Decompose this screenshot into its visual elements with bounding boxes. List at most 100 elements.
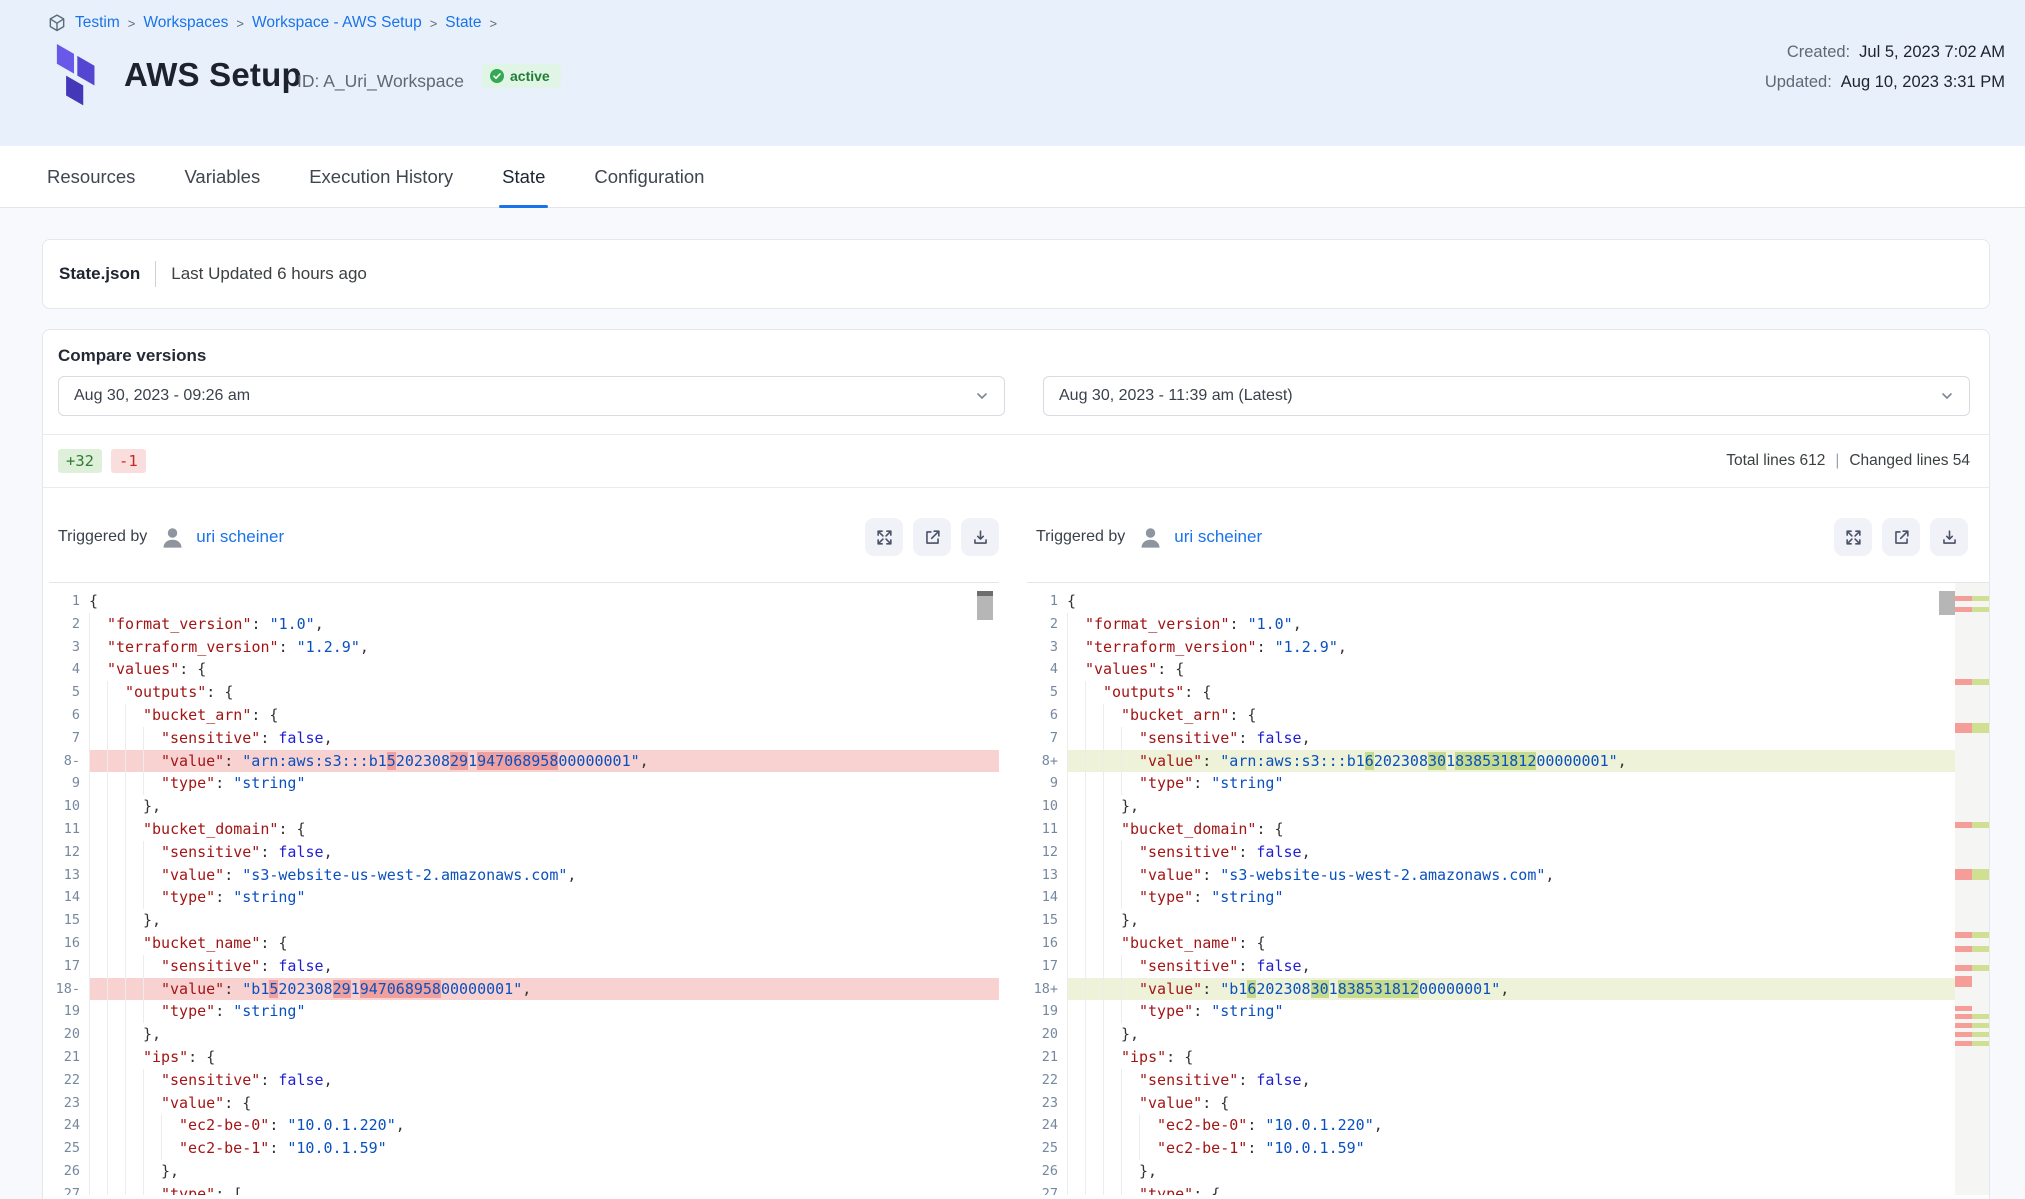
diff-minimap[interactable]: [1955, 583, 1989, 1195]
created-value: Jul 5, 2023 7:02 AM: [1859, 43, 2005, 62]
open-in-new-button[interactable]: [913, 518, 951, 556]
workspace-id: ID: A_Uri_Workspace: [297, 71, 464, 92]
code-line: 25"ec2-be-1": "10.0.1.59": [1027, 1137, 1989, 1160]
code-line: 7"sensitive": false,: [1027, 727, 1989, 750]
code-line: 20},: [1027, 1023, 1989, 1046]
tab-configuration[interactable]: Configuration: [594, 146, 704, 207]
code-line: 9"type": "string": [49, 772, 999, 795]
code-line: 10},: [49, 795, 999, 818]
download-icon: [971, 528, 990, 547]
code-line: 27"type": [: [49, 1183, 999, 1195]
expand-icon: [875, 528, 894, 547]
diff-panel-right-header: Triggered by uri scheiner: [1027, 488, 1989, 582]
code-line: 14"type": "string": [1027, 886, 1989, 909]
expand-icon: [1844, 528, 1863, 547]
triggered-by-user-link[interactable]: uri scheiner: [1174, 527, 1262, 547]
code-line: 15},: [1027, 909, 1989, 932]
code-line: 23"value": {: [1027, 1092, 1989, 1115]
code-line: 4"values": {: [1027, 658, 1989, 681]
breadcrumb-link-workspaces[interactable]: Workspaces: [143, 14, 228, 32]
code-line: 3"terraform_version": "1.2.9",: [49, 636, 999, 659]
code-line-added: 8+"value": "arn:aws:s3:::b16202308301838…: [1027, 750, 1989, 773]
version-select-right-value: Aug 30, 2023 - 11:39 am (Latest): [1059, 387, 1293, 405]
page-header: Testim > Workspaces > Workspace - AWS Se…: [0, 0, 2025, 146]
code-line: 25"ec2-be-1": "10.0.1.59": [49, 1137, 999, 1160]
tab-execution-history[interactable]: Execution History: [309, 146, 453, 207]
diff-panels: Triggered by uri scheiner: [43, 488, 1989, 1195]
diff-minimap-mark: [1955, 723, 1989, 733]
compare-versions-card: Compare versions Aug 30, 2023 - 09:26 am…: [42, 329, 1990, 1199]
code-line: 24"ec2-be-0": "10.0.1.220",: [49, 1114, 999, 1137]
added-lines-badge: +32: [58, 449, 102, 473]
code-line: 1{: [49, 590, 999, 613]
diff-minimap-mark: [1955, 965, 1989, 971]
code-line: 2"format_version": "1.0",: [49, 613, 999, 636]
divider: |: [1835, 452, 1839, 470]
code-line: 19"type": "string": [1027, 1000, 1989, 1023]
app-cube-icon: [47, 13, 67, 33]
updated-label: Updated:: [1765, 73, 1832, 92]
code-line: 1{: [1027, 590, 1989, 613]
version-select-left[interactable]: Aug 30, 2023 - 09:26 am: [58, 376, 1005, 416]
breadcrumb-link-testim[interactable]: Testim: [75, 14, 120, 32]
state-json-code-left: 1{2"format_version": "1.0",3"terraform_v…: [49, 582, 999, 1195]
fullscreen-button[interactable]: [1834, 518, 1872, 556]
diff-minimap-mark: [1955, 869, 1989, 880]
diff-minimap-mark: [1955, 1032, 1989, 1037]
vertical-scrollbar[interactable]: [977, 591, 993, 620]
tab-variables[interactable]: Variables: [184, 146, 260, 207]
triggered-by-user-link[interactable]: uri scheiner: [196, 527, 284, 547]
fullscreen-button[interactable]: [865, 518, 903, 556]
code-line-added: 18+"value": "b16202308301838531812000000…: [1027, 978, 1989, 1001]
status-badge-label: active: [510, 68, 550, 84]
code-line: 12"sensitive": false,: [1027, 841, 1989, 864]
code-line: 21"ips": {: [1027, 1046, 1989, 1069]
divider: [155, 261, 156, 287]
code-line: 17"sensitive": false,: [49, 955, 999, 978]
diff-stats-bar: +32 -1 Total lines 612 | Changed lines 5…: [43, 435, 1989, 488]
open-in-new-button[interactable]: [1882, 518, 1920, 556]
code-line: 23"value": {: [49, 1092, 999, 1115]
breadcrumb-link-workspace-aws-setup[interactable]: Workspace - AWS Setup: [252, 14, 422, 32]
user-avatar: [159, 524, 186, 551]
changed-lines-text: Changed lines 54: [1849, 452, 1970, 470]
code-line: 24"ec2-be-0": "10.0.1.220",: [1027, 1114, 1989, 1137]
diff-minimap-mark: [1955, 932, 1989, 938]
code-line: 10},: [1027, 795, 1989, 818]
tab-state[interactable]: State: [502, 146, 545, 207]
diff-minimap-mark: [1955, 946, 1989, 952]
code-line: 27"type": {: [1027, 1183, 1989, 1195]
tab-resources[interactable]: Resources: [47, 146, 135, 207]
download-button[interactable]: [961, 518, 999, 556]
breadcrumb-separator: >: [236, 15, 244, 31]
code-line: 6"bucket_arn": {: [49, 704, 999, 727]
diff-panel-left-header: Triggered by uri scheiner: [49, 488, 999, 582]
triggered-by-label: Triggered by: [1036, 528, 1125, 546]
last-updated-text: Last Updated 6 hours ago: [171, 264, 367, 284]
external-link-icon: [923, 528, 942, 547]
code-line: 2"format_version": "1.0",: [1027, 613, 1989, 636]
version-select-right[interactable]: Aug 30, 2023 - 11:39 am (Latest): [1043, 376, 1970, 416]
check-circle-icon: [490, 69, 504, 83]
code-line: 22"sensitive": false,: [1027, 1069, 1989, 1092]
page-title: AWS Setup: [124, 56, 302, 94]
removed-lines-badge: -1: [111, 449, 146, 473]
panel-gap: [999, 488, 1027, 1195]
created-label: Created:: [1787, 43, 1850, 62]
diff-minimap-mark: [1955, 976, 1989, 987]
diff-minimap-mark: [1955, 1023, 1989, 1028]
external-link-icon: [1892, 528, 1911, 547]
version-select-left-value: Aug 30, 2023 - 09:26 am: [74, 387, 250, 405]
breadcrumb-link-state[interactable]: State: [445, 14, 481, 32]
status-badge: active: [482, 64, 561, 88]
triggered-by-label: Triggered by: [58, 528, 147, 546]
state-filename: State.json: [59, 264, 140, 284]
code-line-removed: 18-"value": "b15202308291947068958000000…: [49, 978, 999, 1001]
download-button[interactable]: [1930, 518, 1968, 556]
state-file-bar: State.json Last Updated 6 hours ago: [42, 239, 1990, 309]
vertical-scrollbar[interactable]: [1939, 591, 1955, 615]
code-line: 4"values": {: [49, 658, 999, 681]
code-line: 17"sensitive": false,: [1027, 955, 1989, 978]
breadcrumb-separator: >: [430, 15, 438, 31]
diff-minimap-mark: [1955, 607, 1989, 612]
